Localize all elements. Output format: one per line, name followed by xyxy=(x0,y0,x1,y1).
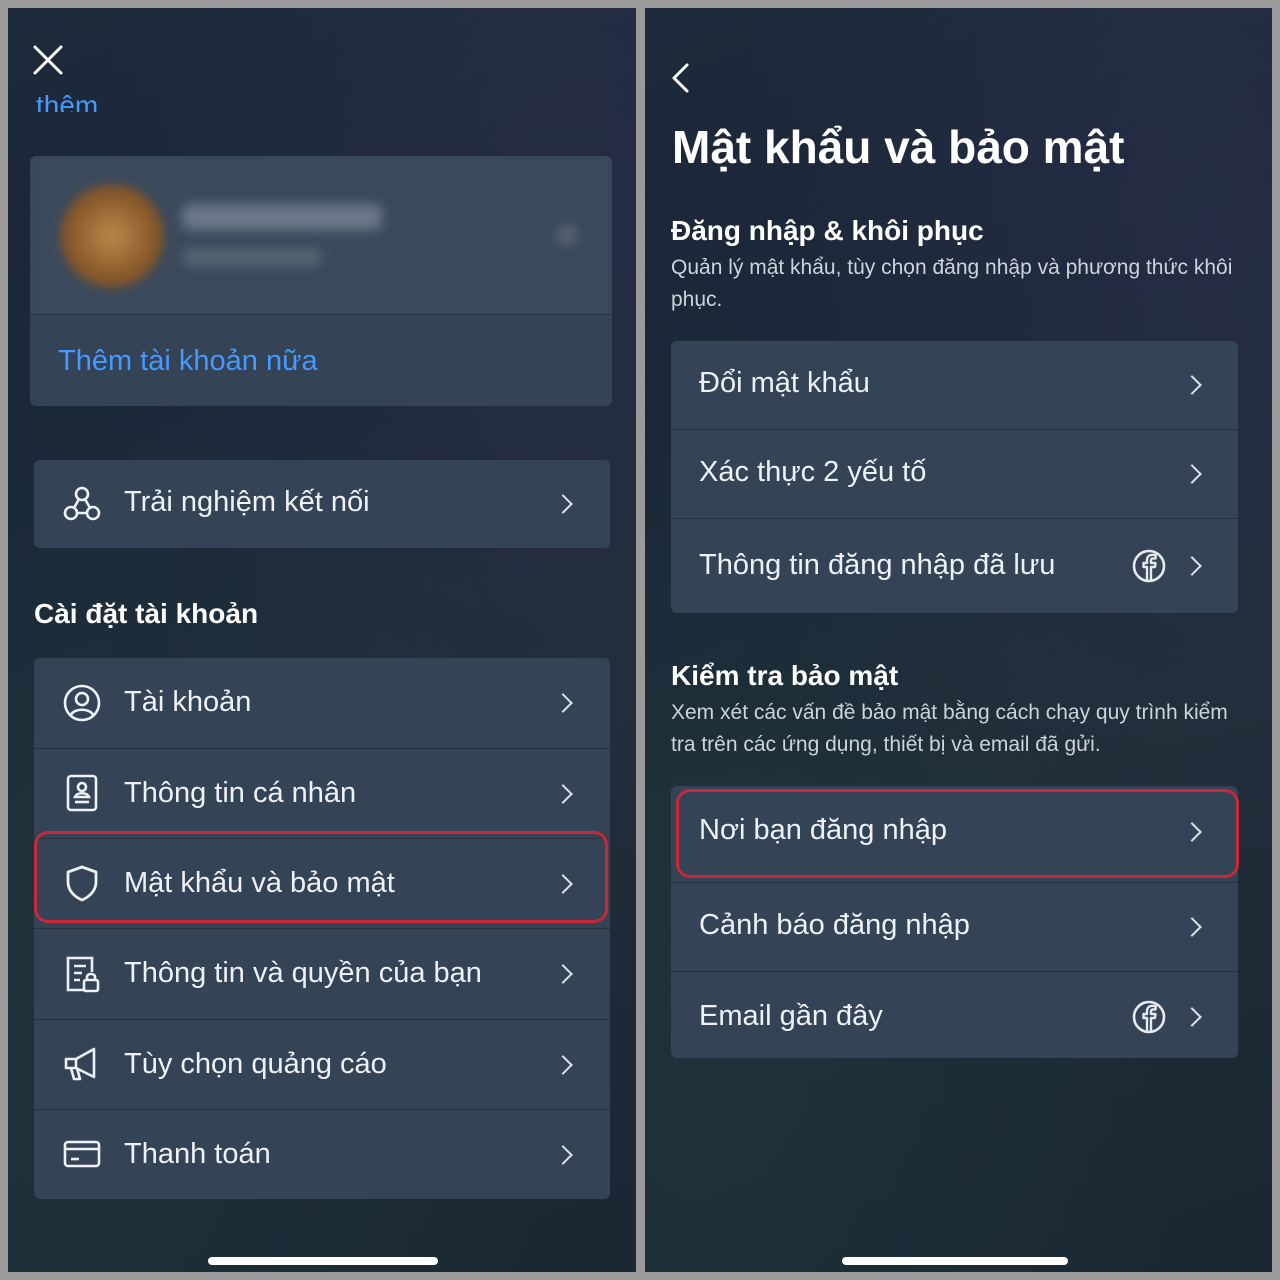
add-account-label: Thêm tài khoản nữa xyxy=(58,344,318,377)
chevron-blur xyxy=(556,224,578,246)
chevron-right-icon xyxy=(1182,464,1202,484)
login-options-card: Đổi mật khẩu Xác thực 2 yếu tố Thông tin… xyxy=(671,341,1238,613)
chevron-right-icon xyxy=(1182,375,1202,395)
home-indicator xyxy=(208,1257,438,1265)
chevron-right-icon xyxy=(553,964,573,984)
left-screen: thêm Thêm tài khoản nữa Trải nghiệm kết … xyxy=(8,8,636,1272)
menu-item-account[interactable]: Tài khoản xyxy=(34,658,610,748)
security-check-description: Xem xét các vấn đề bảo mật bằng cách chạ… xyxy=(671,701,1228,756)
page-title: Mật khẩu và bảo mật xyxy=(672,121,1125,173)
two-factor-row[interactable]: Xác thực 2 yếu tố xyxy=(671,430,1238,518)
shield-icon xyxy=(62,863,102,903)
user-circle-icon xyxy=(62,683,102,723)
cutoff-link-text[interactable]: thêm xyxy=(36,84,98,112)
connected-experience-card: Trải nghiệm kết nối xyxy=(34,460,610,548)
divider xyxy=(30,314,612,315)
menu-item-info-permissions[interactable]: Thông tin và quyền của bạn xyxy=(34,929,610,1019)
connected-experience-label: Trải nghiệm kết nối xyxy=(124,486,370,518)
chevron-right-icon xyxy=(553,784,573,804)
change-password-label: Đổi mật khẩu xyxy=(699,367,870,399)
account-settings-menu: Tài khoản Thông tin cá nhân Mật khẩu và … xyxy=(34,658,610,1199)
menu-item-label: Thông tin cá nhân xyxy=(124,777,357,809)
where-logged-in-row[interactable]: Nơi bạn đăng nhập xyxy=(671,786,1238,875)
blurred-profile[interactable] xyxy=(30,156,612,316)
recent-email-row[interactable]: Email gần đây xyxy=(671,972,1238,1058)
credit-card-icon xyxy=(62,1134,102,1174)
change-password-row[interactable]: Đổi mật khẩu xyxy=(671,341,1238,429)
chevron-right-icon xyxy=(553,494,573,514)
login-section-description: Quản lý mật khẩu, tùy chọn đăng nhập và … xyxy=(671,256,1233,311)
security-check-card: Nơi bạn đăng nhập Cảnh báo đăng nhập Ema… xyxy=(671,786,1238,1058)
chevron-right-icon xyxy=(1182,917,1202,937)
account-card: Thêm tài khoản nữa xyxy=(30,156,612,406)
network-icon xyxy=(62,484,102,524)
menu-item-label: Mật khẩu và bảo mật xyxy=(124,867,395,899)
id-card-icon xyxy=(62,773,102,813)
chevron-right-icon xyxy=(1182,556,1202,576)
saved-login-row[interactable]: Thông tin đăng nhập đã lưu xyxy=(671,519,1238,613)
add-account-button[interactable]: Thêm tài khoản nữa xyxy=(30,316,612,406)
facebook-icon xyxy=(1132,1000,1166,1034)
saved-login-label: Thông tin đăng nhập đã lưu xyxy=(699,549,1056,581)
menu-item-personal-info[interactable]: Thông tin cá nhân xyxy=(34,749,610,838)
login-section-title: Đăng nhập & khôi phục xyxy=(671,215,984,246)
chevron-right-icon xyxy=(1182,1007,1202,1027)
menu-item-label: Tùy chọn quảng cáo xyxy=(124,1048,387,1080)
account-settings-heading: Cài đặt tài khoản xyxy=(34,598,259,629)
menu-item-label: Tài khoản xyxy=(124,686,252,718)
chevron-right-icon xyxy=(1182,822,1202,842)
login-alerts-row[interactable]: Cảnh báo đăng nhập xyxy=(671,883,1238,971)
right-screen: Mật khẩu và bảo mật Đăng nhập & khôi phụ… xyxy=(645,8,1272,1272)
profile-name-blur xyxy=(182,204,382,230)
chevron-right-icon xyxy=(553,1145,573,1165)
chevron-right-icon xyxy=(553,693,573,713)
chevron-right-icon xyxy=(553,1055,573,1075)
where-logged-in-label: Nơi bạn đăng nhập xyxy=(699,814,947,846)
two-factor-label: Xác thực 2 yếu tố xyxy=(699,456,927,488)
chevron-right-icon xyxy=(553,874,573,894)
security-check-title: Kiểm tra bảo mật xyxy=(671,660,899,691)
info-lock-icon xyxy=(62,954,102,994)
menu-item-ad-preferences[interactable]: Tùy chọn quảng cáo xyxy=(34,1020,610,1109)
menu-item-label: Thông tin và quyền của bạn xyxy=(124,957,482,989)
recent-email-label: Email gần đây xyxy=(699,1000,883,1032)
avatar xyxy=(60,184,164,288)
menu-item-payments[interactable]: Thanh toán xyxy=(34,1110,610,1199)
megaphone-icon xyxy=(62,1044,102,1084)
home-indicator xyxy=(842,1257,1068,1265)
login-alerts-label: Cảnh báo đăng nhập xyxy=(699,909,970,941)
connected-experience-row[interactable]: Trải nghiệm kết nối xyxy=(34,460,610,548)
menu-item-password-security[interactable]: Mật khẩu và bảo mật xyxy=(34,839,610,928)
facebook-icon xyxy=(1132,549,1166,583)
back-icon[interactable] xyxy=(669,62,693,94)
profile-sub-blur xyxy=(182,248,322,266)
menu-item-label: Thanh toán xyxy=(124,1138,271,1170)
close-icon[interactable] xyxy=(32,44,64,76)
